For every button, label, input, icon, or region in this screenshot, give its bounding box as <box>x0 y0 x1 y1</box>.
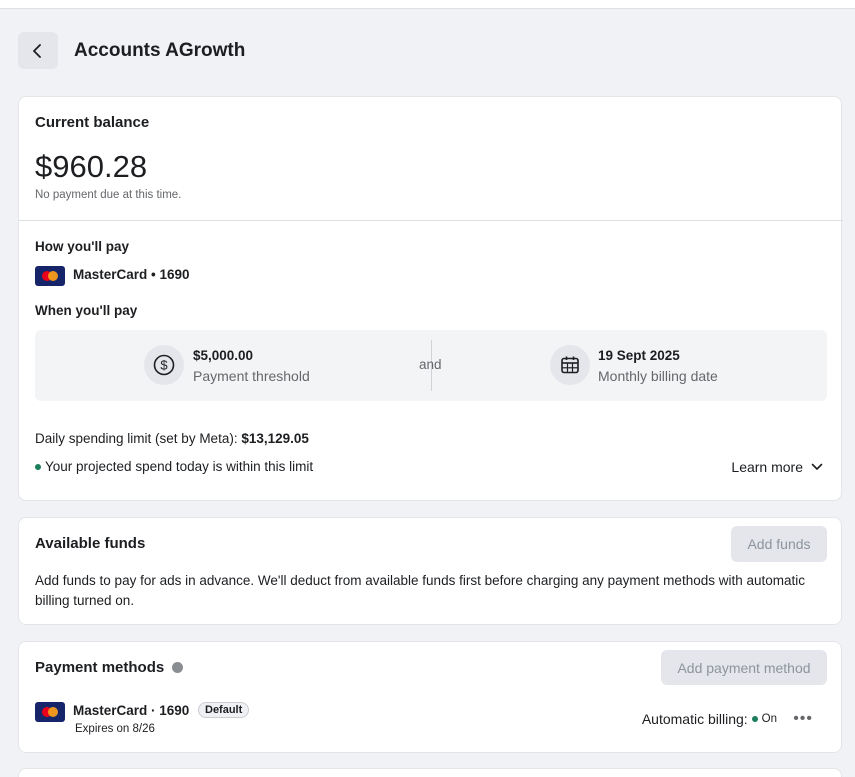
status-dot-icon <box>751 716 758 722</box>
balance-card: Current balance $960.28 No payment due a… <box>18 96 843 501</box>
page-header: Accounts AGrowth <box>18 32 245 69</box>
payment-schedule-box: $ $5,000.00 Payment threshold and 19 Sep… <box>35 330 827 401</box>
page-title: Accounts AGrowth <box>74 39 246 61</box>
how-pay-title: How you'll pay <box>35 239 129 254</box>
auto-billing-value: On <box>761 713 777 725</box>
threshold-label: Payment threshold <box>193 368 310 384</box>
auto-billing-status: Automatic billing: On <box>642 711 777 727</box>
auto-billing-label: Automatic billing: <box>641 711 748 727</box>
add-payment-method-button[interactable]: Add payment method <box>661 650 827 685</box>
learn-more-button[interactable]: Learn more <box>731 459 823 475</box>
card-expiry: Expires on 8/26 <box>75 723 155 735</box>
balance-title: Current balance <box>35 114 150 131</box>
mastercard-icon <box>35 266 65 286</box>
balance-amount: $960.28 <box>35 149 148 184</box>
funds-title: Available funds <box>35 535 146 552</box>
status-dot-icon <box>35 464 41 471</box>
add-funds-button[interactable]: Add funds <box>731 526 827 562</box>
when-pay-title: When you'll pay <box>35 303 138 318</box>
mastercard-icon <box>35 702 65 722</box>
spending-limit: Daily spending limit (set by Meta): $13,… <box>35 431 309 446</box>
projection-text: Your projected spend today is within thi… <box>45 459 314 474</box>
next-card <box>18 768 842 777</box>
billing-date-label: Monthly billing date <box>598 368 718 384</box>
funds-description: Add funds to pay for ads in advance. We'… <box>35 573 806 608</box>
chevron-down-icon <box>811 463 823 470</box>
balance-note: No payment due at this time. <box>35 189 182 201</box>
learn-more-label: Learn more <box>731 459 803 475</box>
top-bar <box>0 0 855 9</box>
default-badge: Default <box>198 702 250 718</box>
and-label: and <box>419 357 442 372</box>
back-button[interactable] <box>18 32 58 69</box>
more-icon[interactable]: ••• <box>793 710 813 728</box>
billing-date-value: 19 Sept 2025 <box>598 348 680 363</box>
payment-methods-title: Payment methods <box>35 659 165 676</box>
payment-card-label: MasterCard • 1690 <box>73 267 190 282</box>
projection-status: Your projected spend today is within thi… <box>35 459 313 474</box>
threshold-value: $5,000.00 <box>193 348 254 363</box>
divider <box>19 220 843 221</box>
calendar-icon <box>550 345 590 385</box>
info-icon[interactable] <box>172 661 184 673</box>
dollar-circle-icon: $ <box>144 345 184 385</box>
method-card-label: MasterCard · 1690 <box>73 703 190 718</box>
payment-methods-title-row: Payment methods <box>35 659 184 676</box>
funds-card: Available funds Add funds Add funds to p… <box>18 517 842 625</box>
svg-text:$: $ <box>160 358 168 373</box>
spending-limit-label: Daily spending limit (set by Meta): <box>35 431 242 446</box>
payment-methods-card: Payment methods Add payment method Maste… <box>18 641 842 753</box>
spending-limit-value: $13,129.05 <box>241 431 309 446</box>
chevron-left-icon <box>33 43 41 58</box>
